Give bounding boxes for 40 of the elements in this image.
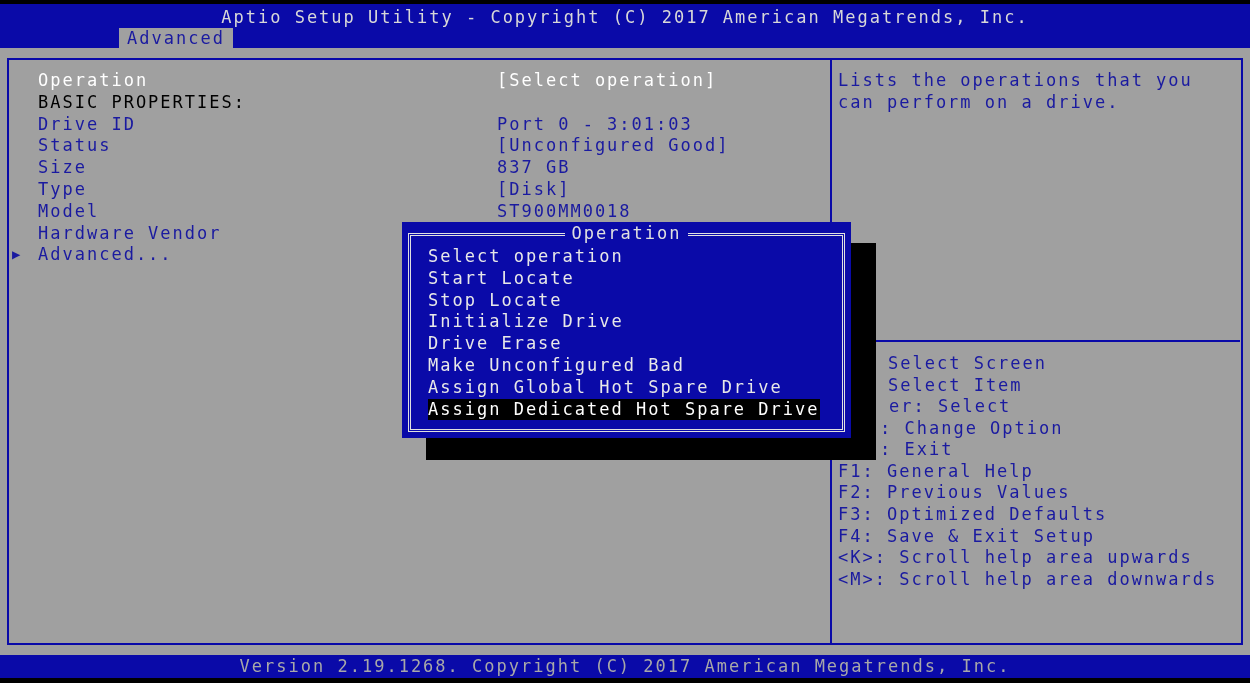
popup-option[interactable]: Assign Dedicated Hot Spare Drive bbox=[428, 398, 820, 421]
help-key-line: er: Select bbox=[889, 396, 1012, 418]
popup-option[interactable]: Drive Erase bbox=[428, 333, 563, 355]
version-text: Version 2.19.1268. Copyright (C) 2017 American Megatrends, Inc. bbox=[239, 655, 1011, 678]
setting-value: Port 0 - 3:01:03 bbox=[497, 113, 693, 136]
setting-label[interactable]: Drive ID bbox=[38, 113, 136, 136]
help-key-line: F4: Save & Exit Setup bbox=[838, 525, 1095, 548]
setting-label[interactable]: Type bbox=[38, 179, 87, 201]
setting-value: [Select operation] bbox=[497, 70, 718, 92]
setting-value: 837 GB bbox=[497, 157, 571, 179]
setting-label[interactable]: Advanced... bbox=[38, 244, 173, 267]
help-key-line: Select Item bbox=[888, 374, 1023, 397]
popup-title: Operation bbox=[565, 223, 688, 245]
setting-value: [Unconfigured Good] bbox=[497, 135, 730, 158]
help-key-line: : Exit bbox=[880, 439, 954, 462]
window-title: Aptio Setup Utility - Copyright (C) 2017 American Megatrends, Inc. bbox=[220, 6, 1030, 26]
popup-option[interactable]: Start Locate bbox=[428, 267, 575, 290]
section-heading: BASIC PROPERTIES: bbox=[38, 91, 246, 114]
popup-option[interactable]: Select operation bbox=[428, 246, 624, 268]
help-key-line: <K>: Scroll help area upwards bbox=[838, 547, 1193, 570]
help-key-line: <M>: Scroll help area downwards bbox=[838, 568, 1218, 591]
help-key-line: F1: General Help bbox=[838, 460, 1034, 483]
help-key-line: F2: Previous Values bbox=[838, 482, 1071, 505]
help-key-line: : Change Option bbox=[880, 417, 1064, 440]
popup-option[interactable]: Assign Global Hot Spare Drive bbox=[428, 376, 783, 399]
help-key-line: F3: Optimized Defaults bbox=[838, 504, 1108, 526]
popup-option[interactable]: Make Unconfigured Bad bbox=[428, 355, 685, 377]
setting-label[interactable]: Model bbox=[38, 200, 100, 223]
setting-value: [Disk] bbox=[497, 179, 571, 201]
setting-label[interactable]: Hardware Vendor bbox=[38, 222, 222, 245]
setting-label[interactable]: Size bbox=[38, 157, 87, 179]
setting-label[interactable]: Status bbox=[38, 135, 112, 158]
setting-label[interactable]: Operation bbox=[38, 70, 149, 92]
popup-option[interactable]: Stop Locate bbox=[428, 289, 563, 312]
popup-option[interactable]: Initialize Drive bbox=[428, 311, 624, 334]
help-text: Lists the operations that you can perform on a drive. bbox=[837, 70, 1194, 114]
help-key-line: Select Screen bbox=[888, 352, 1048, 375]
setting-value: ST900MM0018 bbox=[497, 200, 632, 223]
tab[interactable]: Advanced bbox=[119, 28, 233, 48]
submenu-arrow: ▶ bbox=[11, 245, 24, 265]
